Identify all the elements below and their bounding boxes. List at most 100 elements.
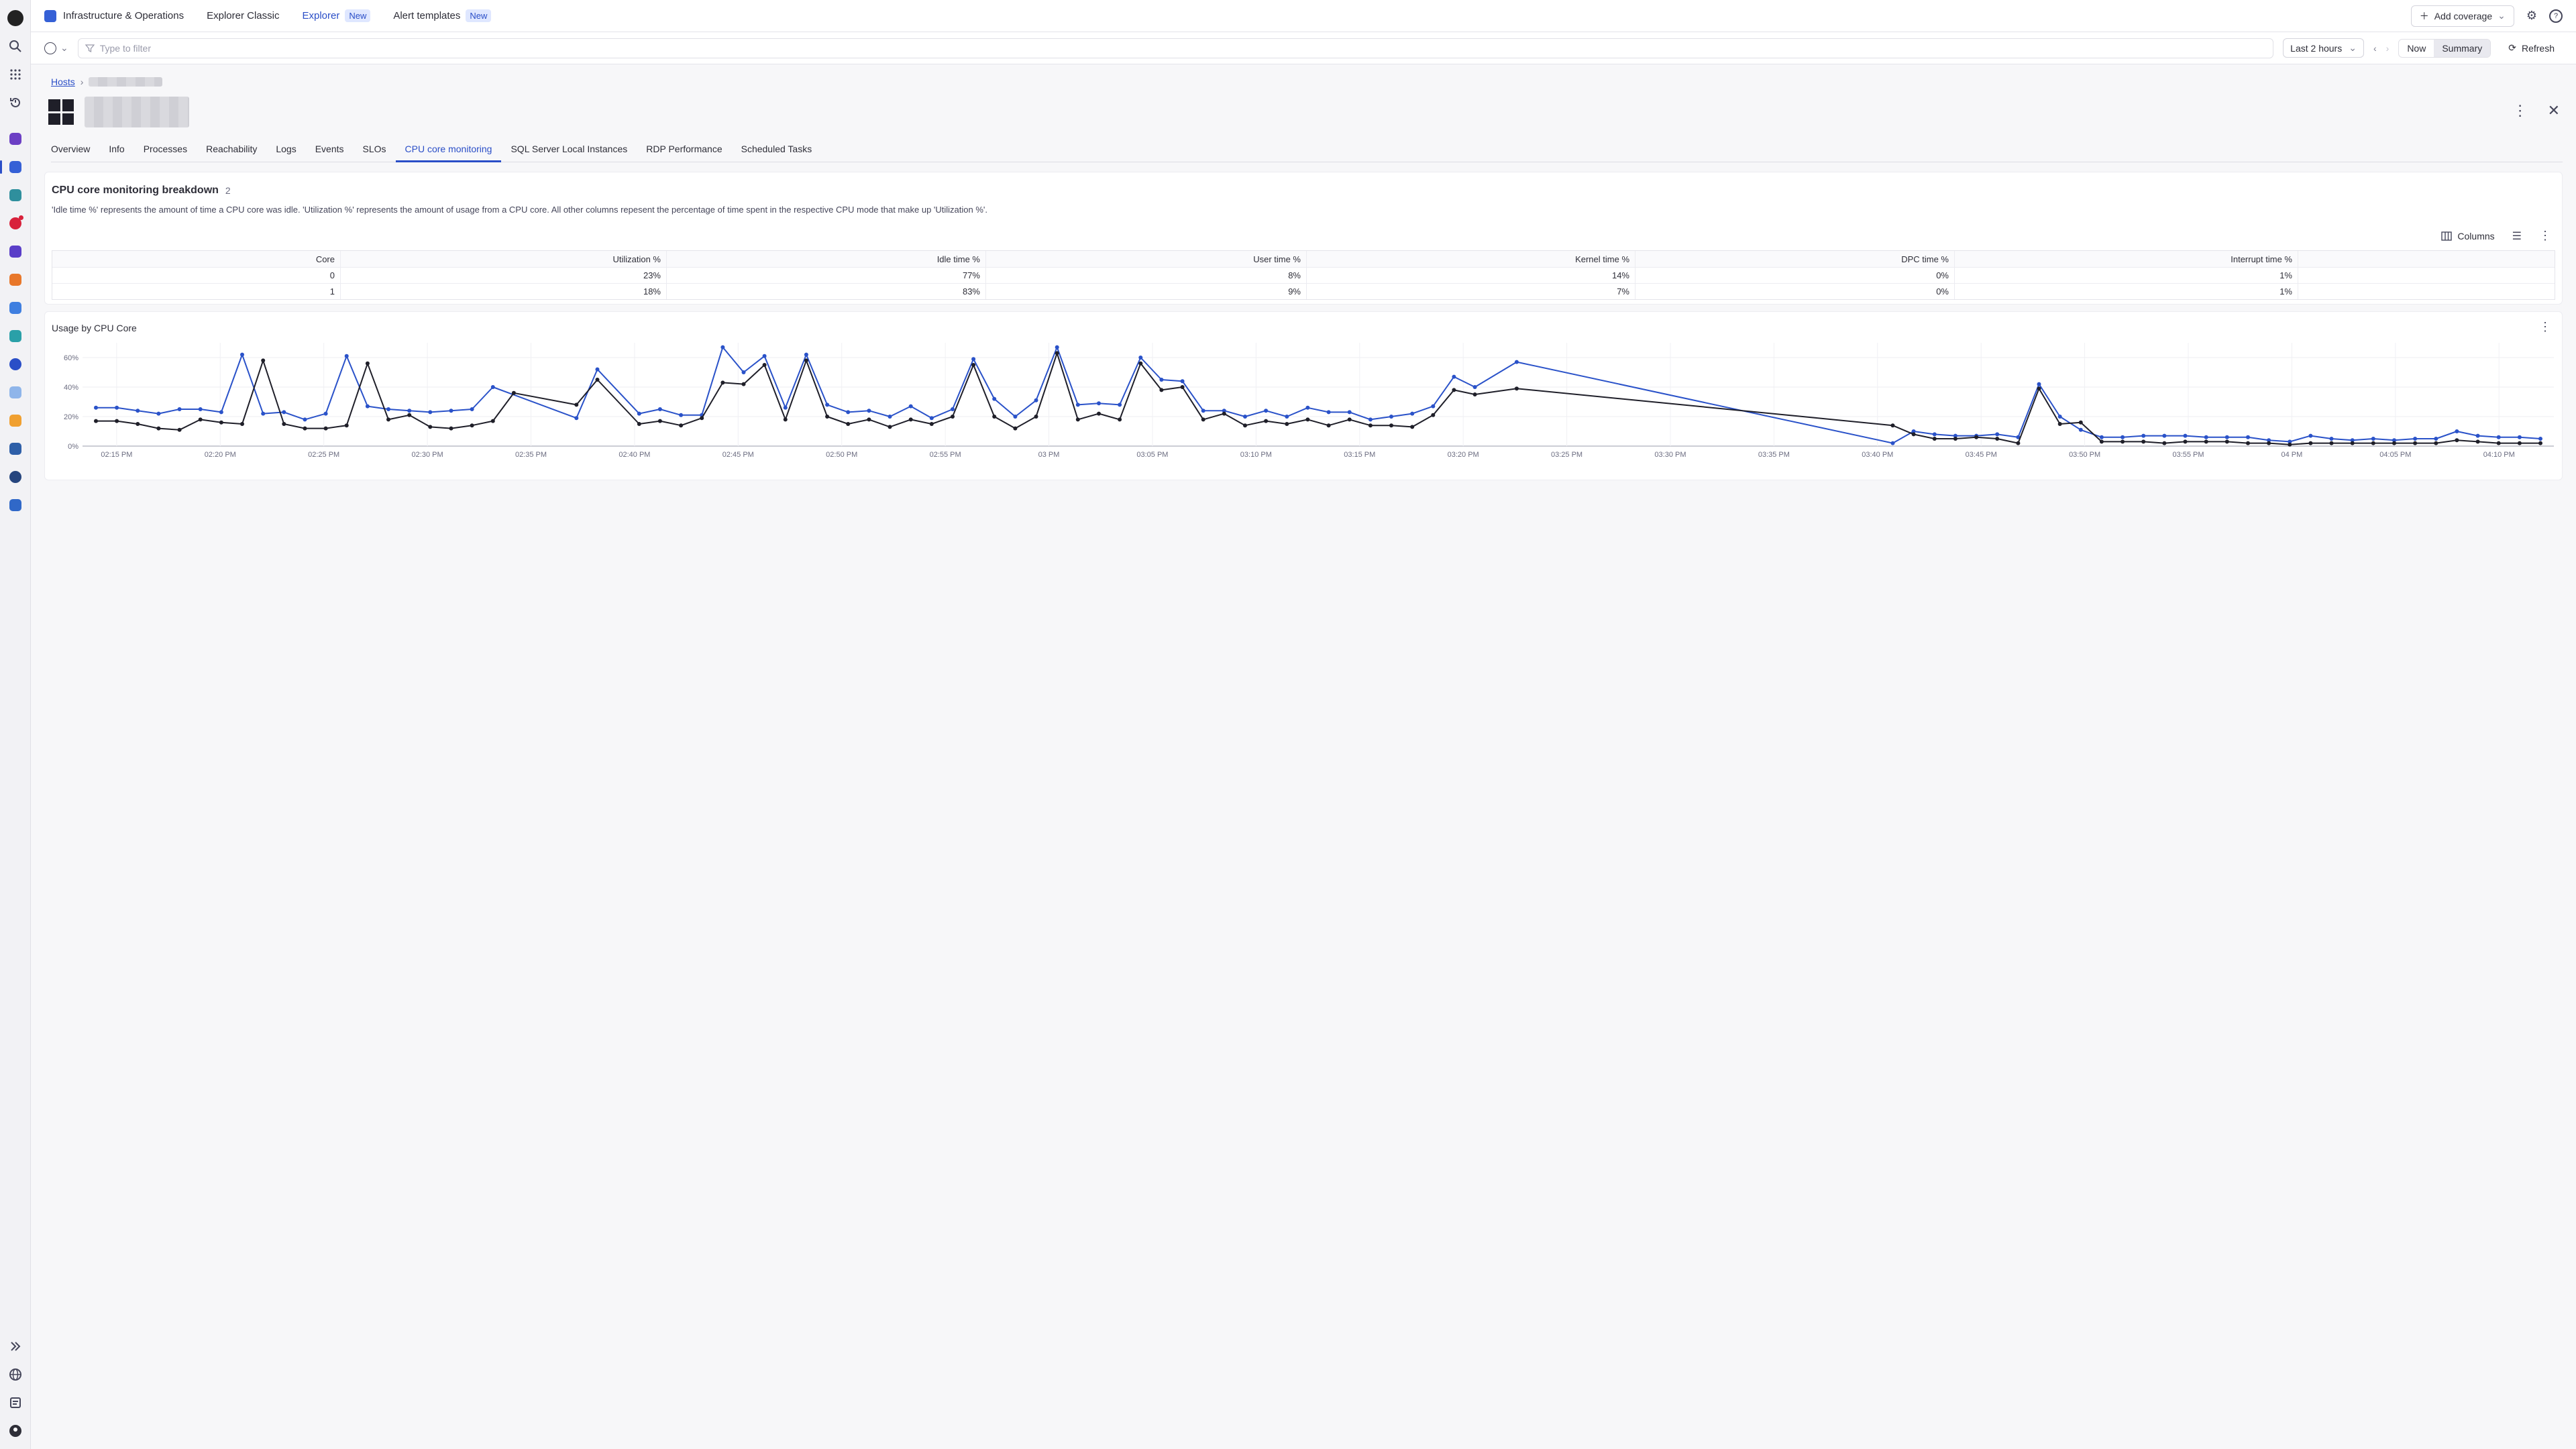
series-2-point xyxy=(1138,361,1143,366)
now-toggle[interactable]: Now xyxy=(2399,40,2434,57)
table-filler-cell xyxy=(2298,284,2555,299)
tab-cpu-core-monitoring[interactable]: CPU core monitoring xyxy=(395,140,502,162)
chevron-down-icon: ⌄ xyxy=(2349,42,2357,53)
pinned-app-infrastructure-icon[interactable] xyxy=(0,156,27,178)
tab-overview[interactable]: Overview xyxy=(51,140,99,162)
x-tick-label: 03:15 PM xyxy=(1344,451,1375,459)
table-more-icon[interactable]: ⋮ xyxy=(2539,229,2551,243)
nav-explorer-classic[interactable]: Explorer Classic xyxy=(207,10,279,21)
usage-by-cpu-core-chart[interactable]: 0% 20% 40% 60% 02:15 PM 02:20 PM 02:25 PM 02:30… xyxy=(45,339,2561,473)
series-2-point xyxy=(2037,386,2041,391)
refresh-button[interactable]: ⟳ Refresh xyxy=(2500,39,2563,57)
more-options-icon[interactable]: ⋮ xyxy=(2513,102,2528,119)
series-2-point xyxy=(386,417,390,422)
pinned-app-workflows-icon[interactable] xyxy=(4,409,27,432)
series-1-point xyxy=(1034,398,1038,402)
pinned-app-services-icon[interactable] xyxy=(4,240,27,263)
close-icon[interactable]: ✕ xyxy=(2548,102,2560,119)
nav-explorer[interactable]: Explorer New xyxy=(302,9,371,22)
tab-scheduled-tasks[interactable]: Scheduled Tasks xyxy=(732,140,822,162)
release-notes-icon[interactable] xyxy=(4,1391,27,1414)
series-2-point xyxy=(971,363,976,367)
x-tick-label: 02:55 PM xyxy=(930,451,961,459)
tab-rdp-performance[interactable]: RDP Performance xyxy=(637,140,731,162)
expand-sidebar-icon[interactable] xyxy=(4,1335,27,1358)
app-title[interactable]: Infrastructure & Operations xyxy=(44,9,184,22)
series-2-point xyxy=(2434,441,2438,445)
platform-logo-icon[interactable] xyxy=(4,7,27,30)
breadcrumb-hosts-link[interactable]: Hosts xyxy=(51,76,75,87)
column-header[interactable]: Interrupt time % xyxy=(1955,251,2298,267)
add-coverage-button[interactable]: ＋ Add coverage ⌄ xyxy=(2410,5,2514,27)
timeframe-forward-icon[interactable]: › xyxy=(2386,43,2390,54)
series-1-point xyxy=(261,411,266,416)
help-icon[interactable]: ? xyxy=(2549,9,2563,23)
timeframe-back-icon[interactable]: ‹ xyxy=(2373,43,2377,54)
chart-more-icon[interactable]: ⋮ xyxy=(2539,320,2551,334)
apps-grid-icon[interactable] xyxy=(4,63,27,86)
segments-selector[interactable]: ⌄ xyxy=(44,42,68,54)
series-1-point xyxy=(741,370,746,374)
pinned-app-synthetic-icon[interactable] xyxy=(4,466,27,488)
tab-sql-server-local-instances[interactable]: SQL Server Local Instances xyxy=(501,140,637,162)
series-2-point xyxy=(1514,386,1519,391)
nav-alert-templates[interactable]: Alert templates New xyxy=(393,9,492,22)
pinned-app-cloud-icon[interactable] xyxy=(4,381,27,404)
series-2-point xyxy=(1285,422,1289,426)
column-header[interactable]: Idle time % xyxy=(667,251,986,267)
history-icon[interactable] xyxy=(4,91,27,114)
tab-logs[interactable]: Logs xyxy=(266,140,305,162)
column-header[interactable]: Utilization % xyxy=(341,251,667,267)
column-header[interactable]: User time % xyxy=(986,251,1307,267)
user-avatar-icon[interactable] xyxy=(4,1419,27,1442)
series-2-point xyxy=(470,423,474,428)
pinned-app-security-icon[interactable] xyxy=(4,268,27,291)
tab-slos[interactable]: SLOs xyxy=(354,140,396,162)
column-header[interactable]: Kernel time % xyxy=(1307,251,1635,267)
series-1-point xyxy=(1326,410,1331,415)
series-2-point xyxy=(1911,432,1916,437)
x-tick-label: 03:40 PM xyxy=(1862,451,1893,459)
column-header[interactable]: DPC time % xyxy=(1635,251,1955,267)
series-1-point xyxy=(846,410,851,415)
series-2-point xyxy=(1472,392,1477,396)
pinned-app-dashboards-icon[interactable] xyxy=(4,353,27,376)
host-header-actions: ⋮ ✕ xyxy=(2513,102,2560,119)
x-tick-label: 03:20 PM xyxy=(1448,451,1479,459)
series-1-point xyxy=(2057,415,2062,419)
timeframe-selector[interactable]: Last 2 hours ⌄ xyxy=(2283,38,2364,58)
columns-button[interactable]: Columns xyxy=(2441,231,2495,241)
environment-globe-icon[interactable] xyxy=(4,1363,27,1386)
pinned-app-database-icon[interactable] xyxy=(4,437,27,460)
series-1-point xyxy=(1368,417,1373,422)
series-2-point xyxy=(1097,411,1101,416)
refresh-label: Refresh xyxy=(2521,42,2555,54)
pinned-app-hub-icon[interactable] xyxy=(4,494,27,517)
search-icon[interactable] xyxy=(4,35,27,58)
series-2-point xyxy=(1075,417,1080,422)
tab-reachability[interactable]: Reachability xyxy=(197,140,266,162)
pinned-app-notebooks-icon[interactable] xyxy=(4,127,27,150)
pinned-app-distributed-tracing-icon[interactable] xyxy=(4,297,27,319)
series-1-point xyxy=(1097,401,1101,406)
series-2-point xyxy=(595,378,600,382)
x-tick-label: 04 PM xyxy=(2282,451,2303,459)
settings-gear-icon[interactable]: ⚙ xyxy=(2526,9,2537,23)
series-1-point xyxy=(2517,435,2522,439)
series-2-point xyxy=(156,426,161,431)
filter-input[interactable]: Type to filter xyxy=(77,38,2274,58)
tab-processes[interactable]: Processes xyxy=(134,140,197,162)
summary-toggle[interactable]: Summary xyxy=(2434,39,2491,57)
tab-events[interactable]: Events xyxy=(306,140,354,162)
series-1-point xyxy=(282,410,286,415)
column-header[interactable]: Core xyxy=(52,251,341,267)
tab-info[interactable]: Info xyxy=(99,140,133,162)
chevron-right-icon: › xyxy=(80,76,84,87)
pinned-app-kubernetes-icon[interactable] xyxy=(4,184,27,207)
table-density-icon[interactable]: ☰ xyxy=(2512,229,2522,243)
series-1-point xyxy=(1514,360,1519,364)
series-2-point xyxy=(1389,423,1393,428)
pinned-app-problems-icon[interactable] xyxy=(4,212,27,235)
pinned-app-clouds-icon[interactable] xyxy=(4,325,27,347)
series-2-point xyxy=(1890,423,1895,428)
